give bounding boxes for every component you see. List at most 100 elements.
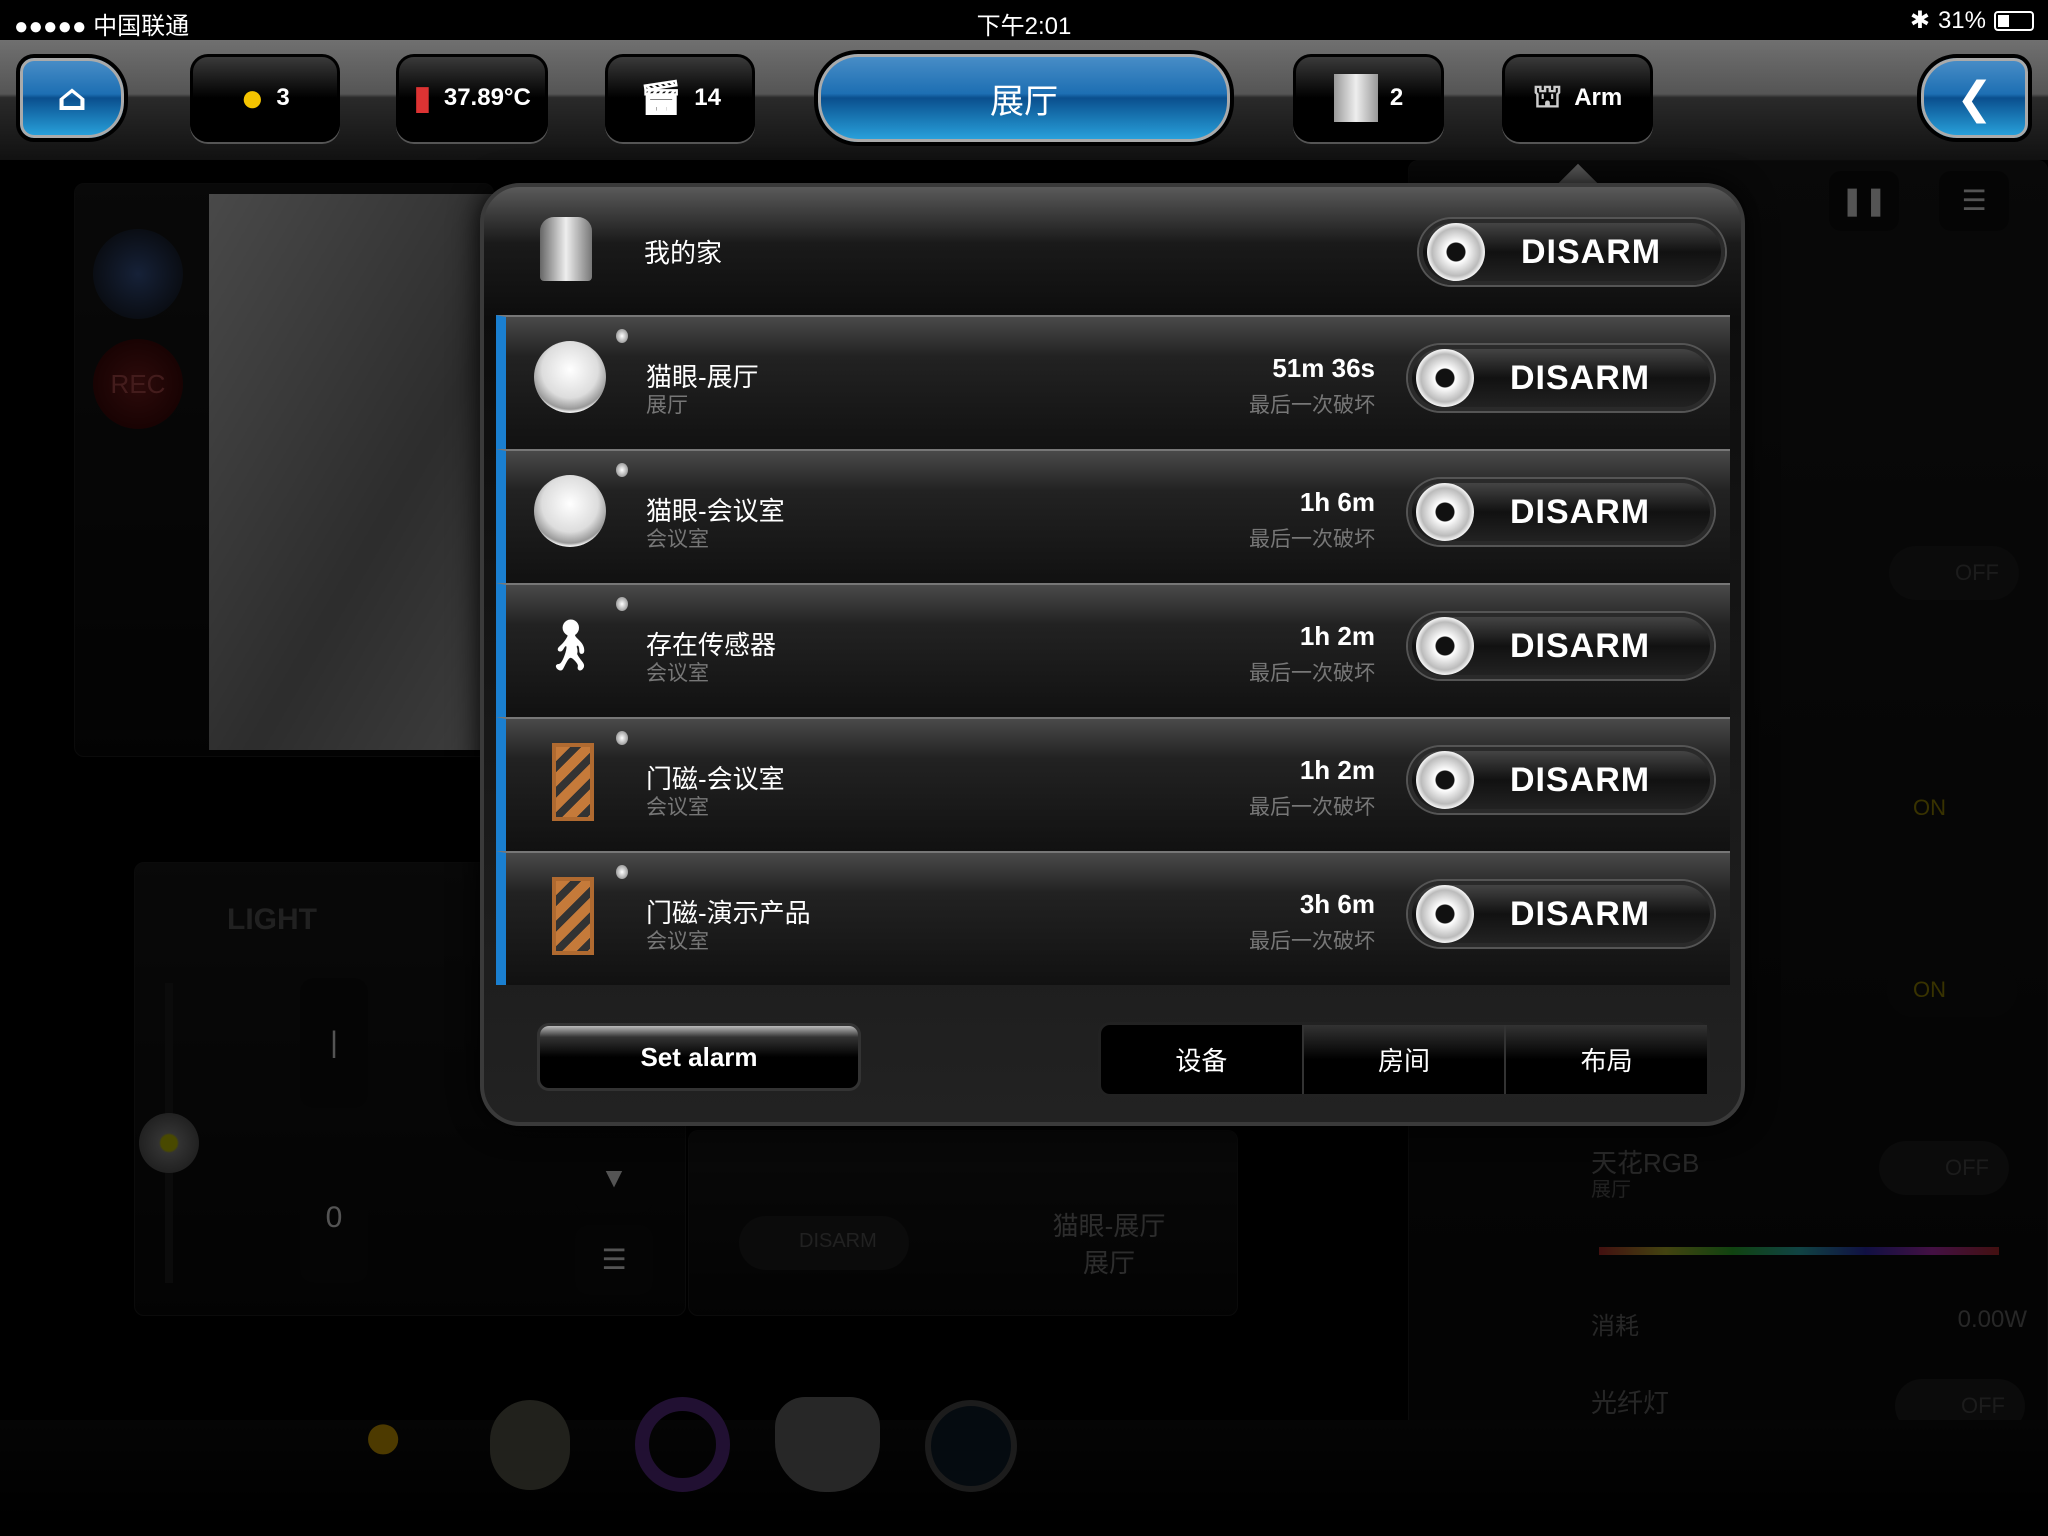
siren-icon <box>540 217 592 281</box>
toggle-off[interactable]: OFF <box>1889 546 2019 600</box>
sensor-row[interactable]: 门磁-会议室 会议室 1h 2m 最后一次破坏 DISARM <box>496 717 1730 851</box>
home-button[interactable]: ⌂ <box>16 54 128 142</box>
dock-energy-icon[interactable] <box>635 1397 730 1492</box>
toggle-on[interactable]: ON <box>1887 781 2017 835</box>
camera-feed <box>209 194 495 750</box>
clock: 下午2:01 <box>976 13 1072 40</box>
power-value: 0.00W <box>1957 1306 2027 1333</box>
eye-sensor-icon <box>534 341 606 413</box>
bluetooth-icon: ✱ <box>1909 7 1930 34</box>
sensor-disarm-button[interactable]: DISARM <box>1408 613 1714 679</box>
status-bar: ●●●●● 中国联通 下午2:01 ✱ 31% <box>0 0 2048 40</box>
scenes-count: 14 <box>694 84 721 111</box>
tab-devices[interactable]: 设备 <box>1101 1025 1302 1094</box>
dock-camera-icon[interactable] <box>775 1397 880 1492</box>
battery-percent: 31% <box>1937 6 1986 34</box>
disarm-label: DISARM <box>1510 492 1651 531</box>
dock-climate-icon[interactable] <box>490 1400 570 1490</box>
temperature-button[interactable]: ▮ 37.89°C <box>396 54 548 142</box>
dock <box>0 1420 2048 1536</box>
back-button[interactable]: ❮ <box>1917 54 2032 142</box>
eye-sensor-icon <box>534 475 606 547</box>
clapperboard-icon: 🎬︎ <box>639 79 683 117</box>
sensor-status: 最后一次破坏 <box>1249 930 1375 953</box>
lights-count: 3 <box>276 84 290 111</box>
power-label: 消耗 <box>1591 1313 1639 1340</box>
arm-button[interactable]: ⛫ Arm <box>1502 54 1653 142</box>
home-logo-icon: ⌂ <box>56 77 88 119</box>
lights-button[interactable]: ● 3 <box>190 54 340 142</box>
sensor-status: 最后一次破坏 <box>1249 662 1375 685</box>
light-title: LIGHT <box>227 903 317 936</box>
disarm-label: DISARM <box>1510 358 1651 397</box>
sensor-row[interactable]: 🚶︎ 存在传感器 会议室 1h 2m 最后一次破坏 DISARM <box>496 583 1730 717</box>
door-sensor-icon <box>552 743 594 821</box>
sensor-disarm-button[interactable]: DISARM <box>1408 345 1714 411</box>
blinds-count: 2 <box>1389 84 1404 111</box>
home-name: 我的家 <box>644 238 723 268</box>
sensor-time: 1h 2m <box>1299 755 1375 785</box>
siren-icon: ⛫ <box>1532 77 1563 114</box>
value-label: 0 <box>325 1201 343 1234</box>
sensor-time: 1h 6m <box>1299 487 1375 517</box>
arm-label: Arm <box>1574 84 1623 111</box>
tab-rooms[interactable]: 房间 <box>1301 1025 1505 1094</box>
mini-disarm-label: DISARM <box>799 1230 877 1252</box>
room-selector[interactable]: 展厅 <box>814 50 1234 146</box>
rgb-slider[interactable] <box>1599 1247 1999 1255</box>
light-on-button[interactable]: | <box>300 978 368 1108</box>
presence-sensor-icon: 🚶︎ <box>538 617 602 673</box>
sensor-row[interactable]: 猫眼-展厅 展厅 51m 36s 最后一次破坏 DISARM <box>496 315 1730 449</box>
blind-icon <box>1333 74 1378 122</box>
status-led-icon <box>616 329 628 343</box>
sensor-status: 最后一次破坏 <box>1249 394 1375 417</box>
sensor-time: 3h 6m <box>1299 889 1375 919</box>
menu-icon[interactable]: ☰ <box>575 1225 653 1295</box>
battery-icon <box>1994 10 2034 31</box>
camera-panel: REC <box>74 183 495 757</box>
home-alarm-header: 我的家 DISARM <box>484 187 1741 312</box>
sensor-room: 会议室 <box>646 930 709 953</box>
rgb-toggle[interactable]: OFF <box>1879 1141 2009 1195</box>
tab-layout[interactable]: 布局 <box>1504 1025 1708 1094</box>
sensor-disarm-button[interactable]: DISARM <box>1408 479 1714 545</box>
toggle-on[interactable]: ON <box>1887 963 2017 1017</box>
sensor-time: 51m 36s <box>1272 353 1375 383</box>
alarm-popover: 我的家 DISARM 猫眼-展厅 展厅 51m 36s 最后一次破坏 DISAR… <box>480 183 1745 1126</box>
toggle-knob-icon <box>1416 885 1474 943</box>
dock-lights-icon[interactable]: ● <box>362 1395 404 1475</box>
bulb-icon: ● <box>240 75 265 120</box>
scenes-button[interactable]: 🎬︎ 14 <box>605 54 755 142</box>
set-alarm-button[interactable]: Set alarm <box>537 1023 861 1091</box>
down-button[interactable]: ▼ <box>575 1143 653 1213</box>
rgb-room: 展厅 <box>1591 1179 1631 1201</box>
record-button[interactable]: REC <box>93 339 183 429</box>
sensor-row[interactable]: 猫眼-会议室 会议室 1h 6m 最后一次破坏 DISARM <box>496 449 1730 583</box>
sensor-status: 最后一次破坏 <box>1249 796 1375 819</box>
sensor-row[interactable]: 门磁-演示产品 会议室 3h 6m 最后一次破坏 DISARM <box>496 851 1730 985</box>
blinds-button[interactable]: 2 <box>1293 54 1444 142</box>
sensor-disarm-button[interactable]: DISARM <box>1408 881 1714 947</box>
light-slider[interactable] <box>139 983 225 1283</box>
toggle-knob-icon <box>1416 751 1474 809</box>
pause-button[interactable]: ❚❚ <box>1829 171 1899 231</box>
status-led-icon <box>616 463 628 477</box>
menu-button[interactable]: ☰ <box>1939 171 2009 231</box>
set-alarm-label: Set alarm <box>640 1041 758 1072</box>
status-led-icon <box>616 731 628 745</box>
toggle-knob-icon <box>1416 483 1474 541</box>
slider-knob[interactable] <box>139 1113 199 1173</box>
toggle-knob-icon <box>1416 617 1474 675</box>
mini-disarm-toggle[interactable]: DISARM <box>739 1216 909 1270</box>
thermometer-icon: ▮ <box>413 79 432 117</box>
status-led-icon <box>616 865 628 879</box>
chevron-left-icon: ❮ <box>1956 73 1993 123</box>
disarm-label: DISARM <box>1510 760 1651 799</box>
sensor-disarm-button[interactable]: DISARM <box>1408 747 1714 813</box>
sensor-status: 最后一次破坏 <box>1249 528 1375 551</box>
sensor-time: 1h 2m <box>1299 621 1375 651</box>
home-disarm-button[interactable]: DISARM <box>1419 219 1725 285</box>
toggle-knob-icon <box>1416 349 1474 407</box>
dock-security-icon[interactable] <box>925 1400 1017 1492</box>
sensor-room: 会议室 <box>646 662 709 685</box>
